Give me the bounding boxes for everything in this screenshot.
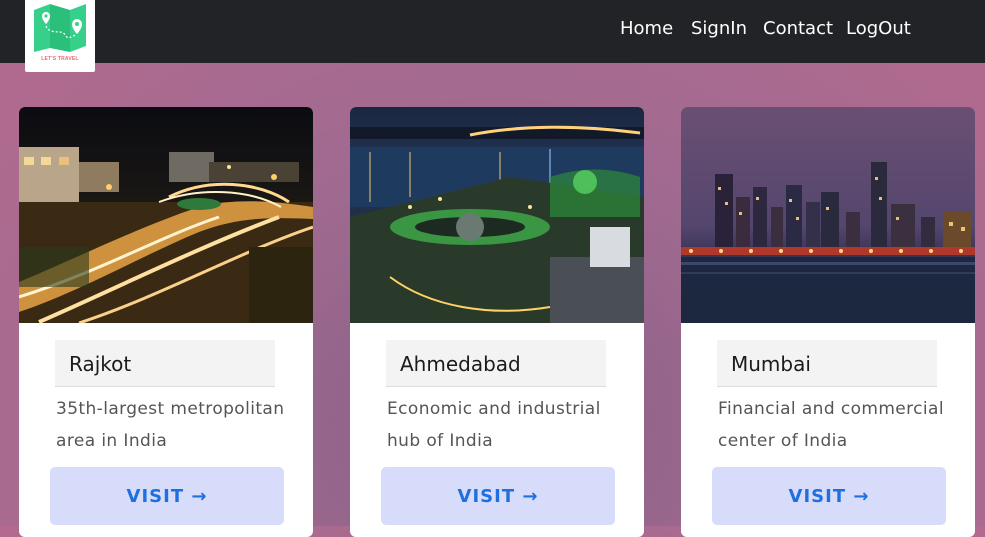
card-description: Financial and commercial center of India bbox=[718, 399, 944, 451]
city-card-rajkot: Rajkot 35th-largest metropolitan area in… bbox=[19, 107, 313, 537]
city-image-mumbai bbox=[681, 107, 975, 323]
card-title-box: Ahmedabad bbox=[386, 340, 606, 387]
city-card-ahmedabad: Ahmedabad Economic and industrial hub of… bbox=[350, 107, 644, 537]
city-image-ahmedabad bbox=[350, 107, 644, 323]
card-title-box: Rajkot bbox=[55, 340, 275, 387]
card-title-box: Mumbai bbox=[717, 340, 937, 387]
card-description: 35th-largest metropolitan area in India bbox=[56, 399, 285, 451]
logo-text: LET'S TRAVEL bbox=[41, 56, 79, 62]
nav-link-home[interactable]: Home bbox=[620, 18, 673, 39]
map-pin-icon bbox=[34, 4, 86, 52]
visit-button-ahmedabad[interactable]: VISIT → bbox=[381, 467, 615, 525]
visit-button-mumbai[interactable]: VISIT → bbox=[712, 467, 946, 525]
nav-link-signin[interactable]: SignIn bbox=[691, 18, 747, 39]
card-title: Rajkot bbox=[69, 352, 132, 376]
card-title: Mumbai bbox=[731, 352, 811, 376]
nav-link-logout[interactable]: LogOut bbox=[846, 18, 911, 39]
navbar: Home SignIn Contact LogOut bbox=[0, 0, 985, 63]
card-title: Ahmedabad bbox=[400, 352, 521, 376]
card-description: Economic and industrial hub of India bbox=[387, 399, 601, 451]
city-card-mumbai: Mumbai Financial and commercial center o… bbox=[681, 107, 975, 537]
city-image-rajkot bbox=[19, 107, 313, 323]
visit-button-rajkot[interactable]: VISIT → bbox=[50, 467, 284, 525]
nav-link-contact[interactable]: Contact bbox=[763, 18, 833, 39]
brand-logo[interactable]: LET'S TRAVEL bbox=[25, 0, 95, 72]
